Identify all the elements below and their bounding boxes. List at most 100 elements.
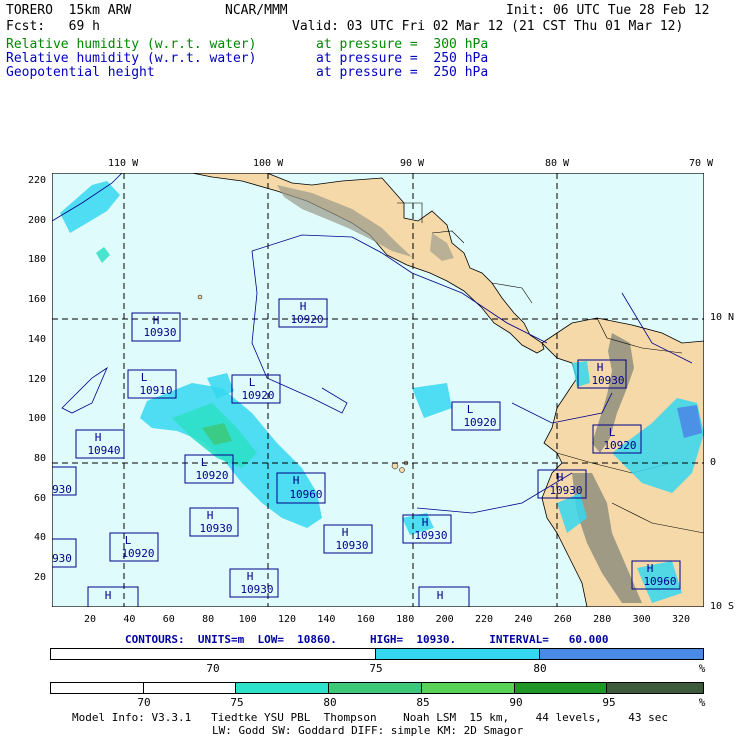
- left-tick-label: 140: [27, 333, 46, 345]
- svg-text:H: H: [300, 300, 307, 313]
- bottom-tick-label: 80: [202, 614, 215, 625]
- svg-text:H: H: [293, 474, 300, 487]
- lon-label-90w: 90 W: [400, 158, 425, 169]
- svg-text:930: 930: [52, 483, 72, 496]
- left-tick-label: 80: [33, 452, 46, 464]
- bottom-tick-label: 300: [632, 614, 651, 625]
- colorbar-rh250-tick-80: 80: [533, 662, 547, 675]
- bottom-tick-label: 200: [435, 614, 454, 625]
- svg-text:H: H: [105, 589, 112, 602]
- bottom-tick-label: 120: [277, 614, 297, 625]
- bottom-tick-label: 280: [593, 614, 612, 625]
- bottom-tick-label: 100: [238, 614, 257, 625]
- colorbar-rh300-tick-90: 90: [509, 696, 523, 709]
- svg-text:10920: 10920: [241, 389, 274, 402]
- field-height-level: at pressure = 250 hPa: [316, 65, 489, 80]
- bottom-tick-label: 220: [474, 614, 494, 625]
- field-rh300-name: Relative humidity (w.r.t. water): [6, 37, 257, 52]
- lon-label-100w: 100 W: [253, 158, 284, 169]
- colorbar-rh300-seg-5: [514, 683, 608, 693]
- lat-label-0: 0: [710, 457, 717, 468]
- svg-text:10920: 10920: [603, 439, 636, 452]
- colorbar-rh300: [50, 682, 704, 694]
- model-title: TORERO 15km ARW: [6, 3, 132, 18]
- model-info-line2: LW: Godd SW: Goddard DIFF: simple KM: 2D…: [212, 724, 524, 737]
- bottom-tick-label: 260: [553, 614, 572, 625]
- left-tick-label: 40: [33, 532, 46, 544]
- colorbar-rh300-tick-70: 70: [137, 696, 151, 709]
- org-label: NCAR/MMM: [225, 3, 288, 18]
- bottom-tick-label: 20: [83, 614, 97, 625]
- colorbar-rh300-seg-1: [143, 683, 237, 693]
- colorbar-rh250-unit: %: [698, 662, 706, 675]
- valid-time: Valid: 03 UTC Fri 02 Mar 12 (21 CST Thu …: [292, 19, 684, 34]
- svg-text:L: L: [125, 534, 132, 547]
- colorbar-rh300-tick-85: 85: [416, 696, 430, 709]
- lat-label-10n: 10 N: [710, 312, 735, 323]
- field-rh300-level: at pressure = 300 hPa: [316, 37, 489, 52]
- bottom-tick-label: 240: [514, 614, 533, 625]
- svg-text:10930: 10930: [143, 326, 176, 339]
- left-tick-label: 160: [27, 294, 46, 306]
- contours-info: CONTOURS: UNITS=m LOW= 10860. HIGH= 1093…: [125, 633, 609, 646]
- svg-text:10920: 10920: [290, 313, 323, 326]
- lat-label-10s: 10 S: [710, 601, 735, 612]
- clipperton-island: [197, 294, 203, 300]
- svg-text:L: L: [609, 426, 616, 439]
- svg-text:10930: 10930: [335, 539, 368, 552]
- svg-text:10920: 10920: [121, 547, 154, 560]
- svg-text:H: H: [207, 509, 214, 522]
- svg-text:H: H: [342, 526, 349, 539]
- field-height-name: Geopotential height: [6, 65, 155, 80]
- svg-text:10960: 10960: [643, 575, 676, 588]
- svg-text:10910: 10910: [139, 384, 172, 397]
- svg-text:H: H: [557, 471, 564, 484]
- svg-text:L: L: [201, 456, 208, 469]
- svg-text:10930: 10930: [591, 374, 624, 387]
- svg-text:10940: 10940: [87, 444, 120, 457]
- forecast-hour: Fcst: 69 h: [6, 19, 100, 34]
- colorbar-rh250-tick-75: 75: [369, 662, 383, 675]
- bottom-tick-label: 40: [123, 614, 136, 625]
- colorbar-rh300-seg-0: [51, 683, 144, 693]
- svg-text:H: H: [95, 431, 102, 444]
- svg-text:10920: 10920: [463, 416, 496, 429]
- svg-text:H: H: [247, 570, 254, 583]
- svg-text:10920: 10920: [195, 469, 228, 482]
- left-tick-label: 200: [27, 214, 46, 226]
- init-time: Init: 06 UTC Tue 28 Feb 12: [506, 3, 710, 18]
- left-tick-label: 220: [27, 175, 46, 186]
- colorbar-rh250-tick-70: 70: [206, 662, 220, 675]
- colorbar-rh300-seg-4: [421, 683, 515, 693]
- colorbar-rh300-unit: %: [698, 696, 706, 709]
- svg-text:H: H: [647, 562, 654, 575]
- colorbar-rh300-seg-3: [329, 683, 422, 693]
- left-tick-label: 100: [27, 413, 46, 425]
- colorbar-rh250-seg-2: [539, 649, 703, 659]
- left-tick-label: 20: [33, 572, 46, 583]
- bottom-tick-label: 60: [162, 614, 175, 625]
- colorbar-rh250-seg-0: [51, 649, 376, 659]
- lon-label-80w: 80 W: [545, 158, 570, 169]
- model-info-line1: Model Info: V3.3.1 Tiedtke YSU PBL Thomp…: [72, 711, 669, 724]
- colorbar-rh300-seg-2: [236, 683, 330, 693]
- field-rh250-level: at pressure = 250 hPa: [316, 51, 489, 66]
- svg-text:10930: 10930: [414, 529, 447, 542]
- bottom-tick-label: 320: [671, 614, 691, 625]
- colorbar-rh300-tick-75: 75: [230, 696, 244, 709]
- svg-text:10930: 10930: [199, 522, 232, 535]
- svg-text:10960: 10960: [289, 488, 322, 501]
- bottom-tick-label: 180: [396, 614, 415, 625]
- bottom-tick-label: 140: [317, 614, 336, 625]
- svg-text:H: H: [437, 589, 444, 602]
- bottom-tick-label: 160: [356, 614, 375, 625]
- lon-label-70w: 70 W: [689, 158, 714, 169]
- svg-text:L: L: [141, 371, 148, 384]
- svg-text:H: H: [422, 516, 429, 529]
- svg-text:10930: 10930: [549, 484, 582, 497]
- left-tick-label: 120: [27, 373, 46, 385]
- svg-text:L: L: [249, 376, 256, 389]
- colorbar-rh250-seg-1: [376, 649, 540, 659]
- svg-text:10930: 10930: [240, 583, 273, 596]
- colorbar-rh300-seg-6: [607, 683, 704, 693]
